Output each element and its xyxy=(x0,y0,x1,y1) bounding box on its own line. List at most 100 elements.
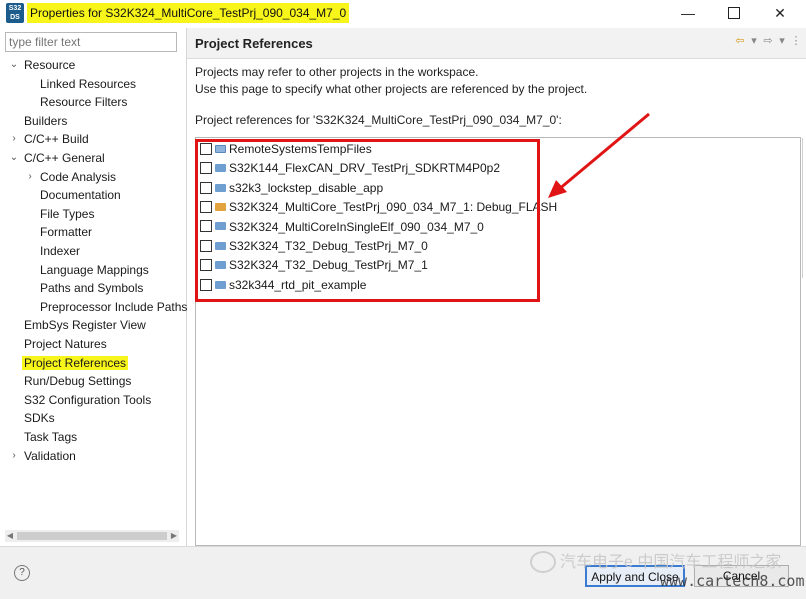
project-list-item[interactable]: S32K144_FlexCAN_DRV_TestPrj_SDKRTM4P0p2 xyxy=(200,159,500,178)
minimize-button[interactable]: — xyxy=(665,0,711,26)
tree-item-label: File Types xyxy=(40,206,95,221)
project-checkbox[interactable] xyxy=(200,259,212,272)
tree-expander-icon[interactable]: › xyxy=(25,168,35,186)
project-list-item[interactable]: s32k3_lockstep_disable_app xyxy=(200,179,383,198)
project-references-list[interactable]: RemoteSystemsTempFiles S32K144_FlexCAN_DR… xyxy=(195,137,801,546)
tree-item-language-mappings[interactable]: Language Mappings xyxy=(40,261,149,279)
tree-item-label: C/C++ Build xyxy=(24,132,89,147)
tree-item-formatter[interactable]: Formatter xyxy=(40,223,92,241)
project-folder-icon xyxy=(215,280,226,289)
tree-item-label: Run/Debug Settings xyxy=(24,374,132,389)
project-checkbox[interactable] xyxy=(200,239,212,252)
project-name: S32K324_MultiCoreInSingleElf_090_034_M7_… xyxy=(229,219,484,234)
tree-item-indexer[interactable]: Indexer xyxy=(40,242,80,260)
project-name: s32k3_lockstep_disable_app xyxy=(229,180,384,195)
folder-open-icon xyxy=(215,144,226,153)
page-title: Project References xyxy=(195,36,313,51)
page-content: Project References ⇦ ▾ ⇨ ▾ ⋮ Projects ma… xyxy=(187,28,806,546)
tree-item-sdks[interactable]: SDKs xyxy=(24,409,55,427)
project-checkbox[interactable] xyxy=(200,201,212,214)
project-checkbox[interactable] xyxy=(200,220,212,233)
tree-item-label: Language Mappings xyxy=(40,262,149,277)
project-checkbox[interactable] xyxy=(200,181,212,194)
tree-item-c-c-build[interactable]: C/C++ Build xyxy=(24,130,89,148)
tree-item-paths-and-symbols[interactable]: Paths and Symbols xyxy=(40,279,143,297)
tree-item-label: Project References xyxy=(22,355,129,370)
project-name: S32K324_T32_Debug_TestPrj_M7_0 xyxy=(229,239,428,253)
tree-item-label: Validation xyxy=(24,448,76,463)
tree-item-label: Resource Filters xyxy=(40,95,128,110)
project-list-item[interactable]: RemoteSystemsTempFiles xyxy=(200,140,372,159)
tree-item-c-c-general[interactable]: C/C++ General xyxy=(24,149,105,167)
page-header: Project References ⇦ ▾ ⇨ ▾ ⋮ xyxy=(187,28,806,59)
tree-item-label: Formatter xyxy=(40,225,93,240)
minimize-icon: — xyxy=(681,5,695,21)
tree-item-label: Builders xyxy=(24,113,68,128)
project-checkbox[interactable] xyxy=(200,142,212,155)
tree-item-label: Documentation xyxy=(40,188,121,203)
project-list-item[interactable]: S32K324_MultiCoreInSingleElf_090_034_M7_… xyxy=(200,218,484,237)
forward-icon[interactable]: ⇨ xyxy=(762,34,774,47)
tree-item-validation[interactable]: Validation xyxy=(24,447,76,465)
project-folder-icon xyxy=(215,222,226,231)
tree-item-embsys-register-view[interactable]: EmbSys Register View xyxy=(24,316,146,334)
scroll-left-icon[interactable]: ◀ xyxy=(5,530,15,542)
tree-expander-icon[interactable]: ⌄ xyxy=(9,149,19,167)
tree-item-task-tags[interactable]: Task Tags xyxy=(24,428,77,446)
project-name: s32k344_rtd_pit_example xyxy=(229,277,367,292)
tree-item-documentation[interactable]: Documentation xyxy=(40,186,121,204)
tree-item-file-types[interactable]: File Types xyxy=(40,205,94,223)
view-menu-icon[interactable]: ⋮ xyxy=(790,34,802,47)
close-button[interactable]: ✕ xyxy=(757,0,803,26)
filter-input[interactable] xyxy=(5,32,177,52)
maximize-button[interactable] xyxy=(711,0,757,26)
tree-item-resource[interactable]: Resource xyxy=(24,56,75,74)
tree-item-project-natures[interactable]: Project Natures xyxy=(24,335,107,353)
tree-item-s32-configuration-tools[interactable]: S32 Configuration Tools xyxy=(24,391,151,409)
tree-item-label: Project Natures xyxy=(24,337,107,351)
tree-item-label: S32 Configuration Tools xyxy=(24,392,152,407)
tree-item-run-debug-settings[interactable]: Run/Debug Settings xyxy=(24,372,131,390)
back-icon[interactable]: ⇦ xyxy=(734,34,746,47)
project-name: RemoteSystemsTempFiles xyxy=(229,142,372,156)
forward-menu-icon[interactable]: ▾ xyxy=(776,34,788,47)
tree-item-label: EmbSys Register View xyxy=(24,318,146,333)
project-list-item[interactable]: S32K324_T32_Debug_TestPrj_M7_0 xyxy=(200,237,428,256)
tree-item-label: Preprocessor Include Paths xyxy=(40,299,188,314)
project-folder-icon xyxy=(215,164,226,173)
project-name: S32K324_T32_Debug_TestPrj_M7_1 xyxy=(229,258,428,273)
horizontal-scrollbar[interactable]: ◀ ▶ xyxy=(5,530,179,542)
maximize-icon xyxy=(728,7,740,19)
project-folder-icon xyxy=(215,183,226,192)
scroll-right-icon[interactable]: ▶ xyxy=(169,530,179,542)
watermark-text: 汽车电子e 中国汽车工程师之家 xyxy=(560,554,782,571)
tree-item-builders[interactable]: Builders xyxy=(24,112,67,130)
tree-item-resource-filters[interactable]: Resource Filters xyxy=(40,93,127,111)
tree-item-linked-resources[interactable]: Linked Resources xyxy=(40,75,136,93)
tree-expander-icon[interactable]: › xyxy=(9,447,19,465)
project-list-item[interactable]: S32K324_T32_Debug_TestPrj_M7_1 xyxy=(200,256,428,275)
tree-expander-icon[interactable]: › xyxy=(9,130,19,148)
description-line-2: Use this page to specify what other proj… xyxy=(195,82,588,96)
project-list-item[interactable]: s32k344_rtd_pit_example xyxy=(200,276,366,295)
tree-item-code-analysis[interactable]: Code Analysis xyxy=(40,168,116,186)
tree-item-label: C/C++ General xyxy=(24,151,105,165)
tree-item-label: Linked Resources xyxy=(40,76,137,91)
project-checkbox[interactable] xyxy=(200,278,212,291)
tree-item-preprocessor-include-paths[interactable]: Preprocessor Include Paths xyxy=(40,298,187,316)
tree-expander-icon[interactable]: ⌄ xyxy=(9,56,19,74)
tree-item-project-references[interactable]: Project References xyxy=(22,354,129,372)
property-categories-pane: ⌄ Resource Linked Resources Resource Filter… xyxy=(0,28,187,546)
project-list-item[interactable]: S32K324_MultiCore_TestPrj_090_034_M7_1: … xyxy=(200,198,557,217)
references-label: Project references for 'S32K324_MultiCor… xyxy=(195,113,562,127)
close-icon: ✕ xyxy=(774,4,786,21)
s32ds-app-icon: S32 DS xyxy=(6,3,24,23)
project-folder-icon xyxy=(215,261,226,270)
project-checkbox[interactable] xyxy=(200,162,212,175)
page-nav-toolbar: ⇦ ▾ ⇨ ▾ ⋮ xyxy=(734,34,802,47)
scrollbar-thumb[interactable] xyxy=(17,532,167,540)
back-menu-icon[interactable]: ▾ xyxy=(748,34,760,47)
help-icon[interactable]: ? xyxy=(14,565,30,581)
window-title: Properties for S32K324_MultiCore_TestPrj… xyxy=(27,3,350,23)
tree-item-label: Task Tags xyxy=(24,430,78,444)
